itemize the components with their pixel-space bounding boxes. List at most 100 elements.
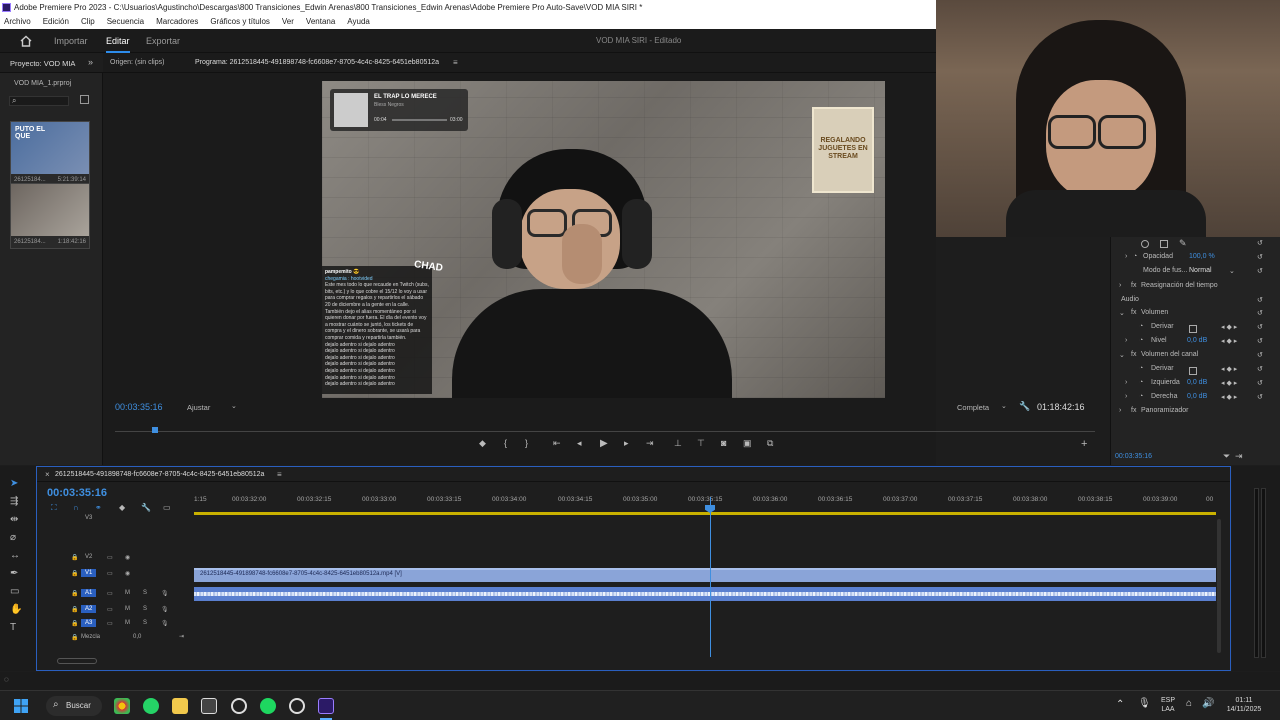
keyframe-nav-icon[interactable]: ◂ ◆ ▸ [1221,379,1237,387]
keyframe-nav-icon[interactable]: ◂ ◆ ▸ [1221,323,1237,331]
reset-icon[interactable]: ↺ [1257,267,1263,275]
reset-icon[interactable]: ↺ [1257,337,1263,345]
reset-icon[interactable]: ↺ [1257,365,1263,373]
menu-edicion[interactable]: Edición [43,15,69,29]
menu-ventana[interactable]: Ventana [306,15,335,29]
solo-icon[interactable]: S [143,620,147,626]
selection-tool-icon[interactable]: ➤ [10,478,18,489]
chrome-icon[interactable] [114,698,130,714]
menu-archivo[interactable]: Archivo [4,15,31,29]
reset-icon[interactable]: ↺ [1257,309,1263,317]
project-search-input[interactable]: ⌕ [9,96,69,106]
eye-icon[interactable]: ◉ [125,570,130,577]
sequence-tab[interactable]: 2612518445-491898748-fc6608e7-8705-4c4c-… [55,471,264,478]
add-marker-icon[interactable]: ◆ [119,503,125,512]
menu-marcadores[interactable]: Marcadores [156,15,198,29]
track-label[interactable]: A1 [81,589,97,597]
pen-mask-icon[interactable]: ✎ [1179,238,1187,249]
vr-icon[interactable]: ⧉ [767,438,773,449]
menu-clip[interactable]: Clip [81,15,95,29]
lock-icon[interactable]: 🔒 [71,590,78,597]
vertical-scrollbar[interactable] [1217,519,1221,653]
keyframe-nav-icon[interactable]: ◂ ◆ ▸ [1221,337,1237,345]
sync-lock-icon[interactable]: ▭ [107,554,113,561]
reset-icon[interactable]: ↺ [1257,239,1263,247]
audio-clip-a1[interactable] [194,587,1216,601]
sync-lock-icon[interactable]: ▭ [107,620,113,627]
reset-icon[interactable]: ↺ [1257,296,1263,304]
panel-expand-icon[interactable]: » [88,57,93,67]
file-explorer-icon[interactable] [172,698,188,714]
rect-mask-icon[interactable] [1160,240,1168,248]
reset-icon[interactable]: ↺ [1257,323,1263,331]
timeline-timecode[interactable]: 00:03:35:16 [47,487,107,499]
export-icon[interactable]: ⇥ [1235,451,1243,462]
rectangle-tool-icon[interactable]: ▭ [10,586,19,597]
keyframe-nav-icon[interactable]: ◂ ◆ ▸ [1221,393,1237,401]
tab-editar[interactable]: Editar [106,36,130,53]
tab-importar[interactable]: Importar [54,36,88,46]
whatsapp-icon[interactable] [143,698,159,714]
network-icon[interactable]: ⌂ [1186,698,1192,709]
lock-icon[interactable]: 🔒 [71,634,78,641]
ellipse-mask-icon[interactable] [1141,240,1149,248]
volume-icon[interactable]: 🔊 [1202,698,1214,709]
stopwatch-icon[interactable]: ◔ [1139,393,1143,400]
go-to-in-icon[interactable]: ⇤ [553,438,561,449]
level-value[interactable]: 0,0 dB [1187,337,1207,344]
chevron-down-icon[interactable]: ⌄ [1229,267,1235,275]
menu-graficos[interactable]: Gráficos y títulos [210,15,270,29]
reset-icon[interactable]: ↺ [1257,379,1263,387]
project-tab[interactable]: Proyecto: VOD MIA [10,59,75,68]
premiere-taskbar-icon[interactable] [318,698,334,714]
track-select-icon[interactable]: ⇶ [10,496,18,507]
program-video-frame[interactable]: EL TRAP LO MERECE Bless Negros 00:04 03:… [322,81,885,398]
menu-ayuda[interactable]: Ayuda [347,15,370,29]
sync-lock-icon[interactable]: ▭ [107,590,113,597]
lock-icon[interactable]: 🔒 [71,554,78,561]
fit-dropdown[interactable]: Ajustar [187,403,210,412]
lock-icon[interactable]: 🔒 [71,606,78,613]
menu-ver[interactable]: Ver [282,15,294,29]
panel-menu-icon[interactable]: ≡ [277,470,282,479]
pen-tool-icon[interactable]: ✒ [10,568,18,579]
bypass-checkbox[interactable] [1189,325,1197,333]
expand-icon[interactable]: › [1125,253,1127,260]
video-clip[interactable]: 2612518445-491898748-fc6608e7-8705-4c4c-… [194,568,1216,582]
wrench-icon[interactable]: 🔧 [1019,401,1030,412]
go-to-out-icon[interactable]: ⇥ [646,438,654,449]
track-label[interactable]: V1 [81,569,97,577]
mic-tray-icon[interactable]: 🎙 [1138,698,1151,709]
playhead-line[interactable] [710,497,711,657]
menu-secuencia[interactable]: Secuencia [107,15,144,29]
slip-icon[interactable]: ↔ [10,550,20,561]
step-forward-icon[interactable]: ▸ [624,438,629,449]
sync-lock-icon[interactable]: ▭ [107,570,113,577]
lift-icon[interactable]: ⊥ [674,438,682,449]
tray-chevron-icon[interactable]: ⌃ [1116,699,1124,710]
linked-selection-icon[interactable]: ⚭ [95,503,102,512]
track-label[interactable]: A2 [81,605,97,613]
mute-icon[interactable]: M [125,620,130,626]
reset-icon[interactable]: ↺ [1257,253,1263,261]
source-tab[interactable]: Origen: (sin clips) [110,59,164,66]
opacity-value[interactable]: 100,0 % [1189,253,1215,260]
mic-icon[interactable]: 🎙 [161,606,169,613]
reset-icon[interactable]: ↺ [1257,351,1263,359]
mark-out-icon[interactable]: } [525,438,528,448]
home-icon[interactable] [20,35,32,47]
left-channel-value[interactable]: 0,0 dB [1187,379,1207,386]
close-icon[interactable]: × [45,470,50,479]
mute-icon[interactable]: M [125,590,130,596]
expand-icon[interactable]: › [1125,337,1127,344]
chevron-down-icon[interactable]: ⌄ [231,402,237,410]
right-channel-value[interactable]: 0,0 dB [1187,393,1207,400]
windows-start-icon[interactable] [14,699,28,713]
program-tab[interactable]: Programa: 2612518445-491898748-fc6608e7-… [195,59,439,66]
mic-icon[interactable]: 🎙 [161,620,169,627]
compare-icon[interactable]: ▣ [743,438,752,449]
solo-icon[interactable]: S [143,606,147,612]
new-bin-icon[interactable] [80,95,89,104]
type-tool-icon[interactable]: T [10,622,16,633]
stopwatch-icon[interactable]: ◔ [1139,323,1143,330]
